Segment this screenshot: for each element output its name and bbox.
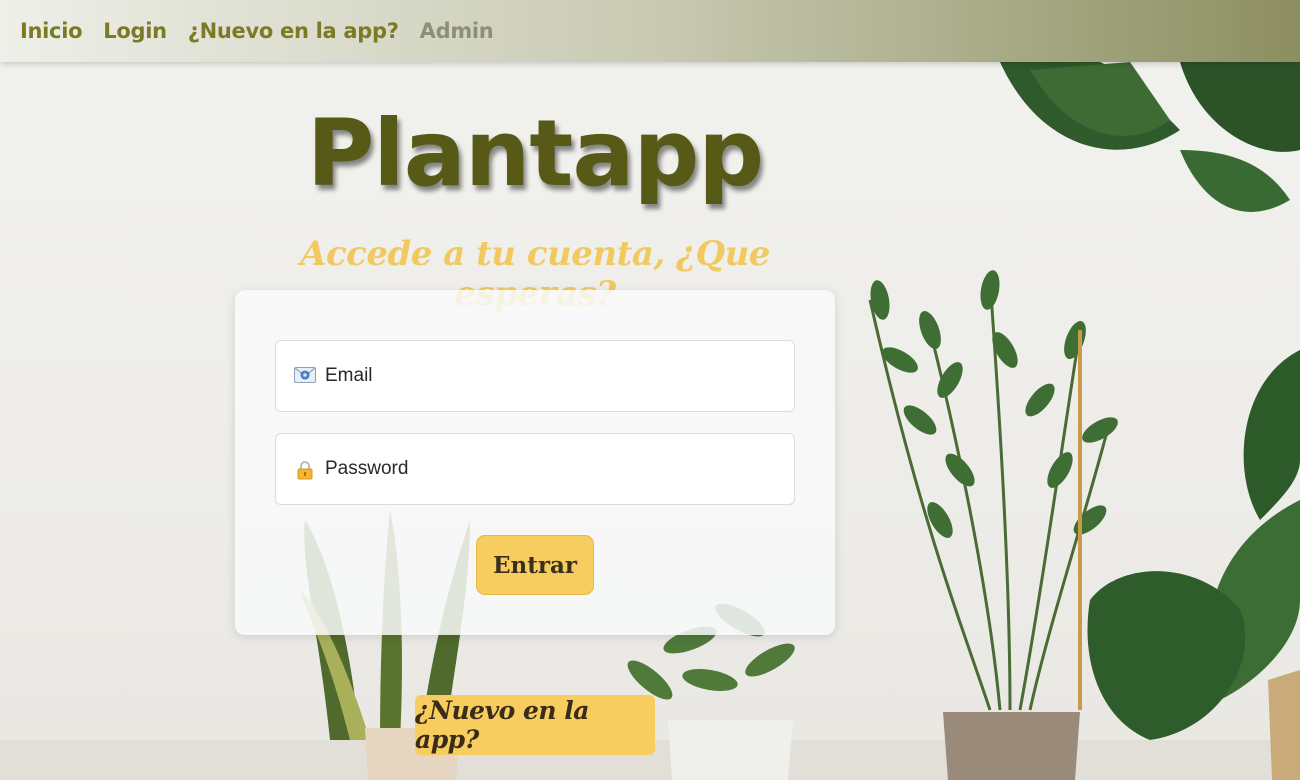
nav-link-admin[interactable]: Admin	[420, 19, 494, 43]
nav-link-login[interactable]: Login	[103, 19, 167, 43]
email-placeholder: Email	[325, 365, 373, 386]
email-field[interactable]: Email	[275, 340, 795, 412]
envelope-icon	[294, 367, 316, 385]
nav-link-inicio[interactable]: Inicio	[20, 19, 83, 43]
app-title: Plantapp	[306, 100, 764, 207]
password-placeholder: Password	[325, 458, 409, 479]
new-user-signup-button[interactable]: ¿Nuevo en la app?	[415, 695, 655, 755]
login-form: Email Password Entrar	[235, 290, 835, 635]
top-navbar: Inicio Login ¿Nuevo en la app? Admin	[0, 0, 1300, 62]
lock-icon	[294, 460, 316, 480]
nav-link-nuevo[interactable]: ¿Nuevo en la app?	[188, 19, 399, 43]
password-field[interactable]: Password	[275, 433, 795, 505]
submit-login-button[interactable]: Entrar	[476, 535, 594, 595]
